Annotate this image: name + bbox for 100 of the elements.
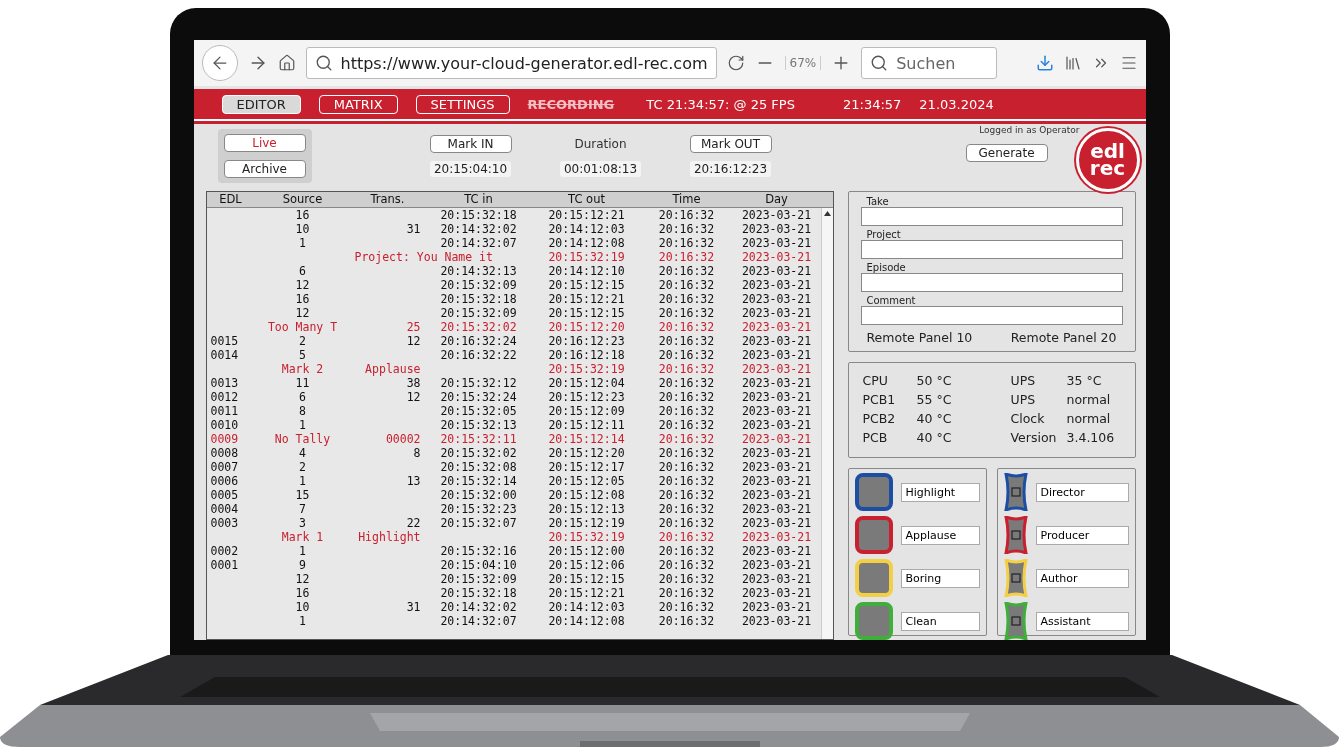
table-cell: 8 xyxy=(299,404,306,418)
table-cell: 2023-03-21 xyxy=(741,614,812,628)
table-cell: 20:16:32 xyxy=(658,572,715,586)
table-cell: 6 xyxy=(299,390,306,404)
table-cell: 20:15:32:16 xyxy=(440,544,517,558)
table-cell: 16 xyxy=(295,586,310,600)
tally-square[interactable] xyxy=(854,516,893,554)
menu-icon[interactable] xyxy=(1119,54,1138,72)
table-cell: 2023-03-21 xyxy=(741,362,812,376)
tally-label: Highlight xyxy=(900,482,980,502)
table-cell: 10 xyxy=(295,222,310,236)
search-box[interactable]: Suchen xyxy=(861,47,998,79)
nav-tab[interactable]: EDITOR xyxy=(221,94,301,114)
text-field[interactable] xyxy=(860,207,1123,226)
home-icon[interactable] xyxy=(277,54,296,72)
column-header: Day xyxy=(764,192,789,207)
table-cell: 2023-03-21 xyxy=(741,600,812,614)
table-cell: 2023-03-21 xyxy=(741,418,812,432)
table-cell: 2023-03-21 xyxy=(741,306,812,320)
table-cell: 20:14:32:07 xyxy=(440,236,517,250)
table-cell: 20:15:32:24 xyxy=(440,390,517,404)
table-cell: 20:16:32 xyxy=(658,208,715,222)
table-cell: 22 xyxy=(406,516,421,530)
role-switch-icon[interactable] xyxy=(1003,602,1028,640)
search-icon xyxy=(870,54,889,72)
table-cell: 2023-03-21 xyxy=(741,488,812,502)
table-cell: 20:16:32 xyxy=(658,376,715,390)
role-switch-icon[interactable] xyxy=(1003,516,1028,554)
status-value: normal xyxy=(1066,392,1112,407)
table-cell: 20:16:32 xyxy=(658,586,715,600)
search-field[interactable]: Suchen xyxy=(894,52,989,74)
table-cell: 20:16:32 xyxy=(658,614,715,628)
status-value: 35 °C xyxy=(1066,373,1103,388)
scroll-up-icon[interactable] xyxy=(823,211,831,216)
status-value: 40 °C xyxy=(916,411,953,426)
table-cell: 2 xyxy=(299,334,306,348)
table-cell: 12 xyxy=(406,334,421,348)
table-cell: 1 xyxy=(299,544,306,558)
text-field[interactable] xyxy=(860,306,1123,325)
table-cell: 12 xyxy=(295,306,310,320)
table-cell: 20:16:32 xyxy=(658,222,715,236)
table-cell: 2023-03-21 xyxy=(741,572,812,586)
scrollbar[interactable] xyxy=(820,208,833,639)
library-icon[interactable] xyxy=(1063,54,1082,72)
mark-button[interactable]: Mark OUT xyxy=(689,135,772,153)
text-field[interactable] xyxy=(860,273,1123,292)
table-cell: 2023-03-21 xyxy=(741,236,812,250)
mark-button[interactable]: Mark IN xyxy=(429,135,512,153)
table-cell: 20:16:32 xyxy=(658,432,715,446)
download-icon[interactable] xyxy=(1035,54,1054,72)
reload-icon[interactable] xyxy=(726,54,745,72)
table-cell: 20:16:32 xyxy=(658,306,715,320)
table-cell: 16 xyxy=(295,292,310,306)
table-cell: 2023-03-21 xyxy=(741,446,812,460)
table-cell: 38 xyxy=(406,376,421,390)
table-cell: 2023-03-21 xyxy=(741,334,812,348)
table-cell: 20:16:32 xyxy=(658,334,715,348)
table-cell: 2023-03-21 xyxy=(741,348,812,362)
table-cell: 20:16:32 xyxy=(658,278,715,292)
table-cell: 20:16:32 xyxy=(658,348,715,362)
search-icon xyxy=(314,54,333,72)
table-cell: 12 xyxy=(295,572,310,586)
mode-button[interactable]: Archive xyxy=(223,160,306,178)
table-cell: Project: You Name it xyxy=(354,250,493,264)
table-cell: 20:15:12:23 xyxy=(548,390,625,404)
table-cell: 9 xyxy=(299,558,306,572)
column-header: EDL xyxy=(218,192,243,207)
table-cell: 2023-03-21 xyxy=(741,320,812,334)
table-cell: 20:15:12:20 xyxy=(548,446,625,460)
mode-button[interactable]: Live xyxy=(223,134,306,152)
text-field[interactable] xyxy=(860,240,1123,259)
nav-tab[interactable]: MATRIX xyxy=(318,94,398,114)
table-cell: 20:15:12:15 xyxy=(548,572,625,586)
table-cell: 2023-03-21 xyxy=(741,222,812,236)
table-cell: 20:16:32 xyxy=(658,502,715,516)
table-cell: 1 xyxy=(299,418,306,432)
tally-square[interactable] xyxy=(854,602,893,640)
url-field[interactable]: https://www.your-cloud-generator.edl-rec.com xyxy=(305,47,717,79)
table-cell: 2023-03-21 xyxy=(741,544,812,558)
table-cell: 2023-03-21 xyxy=(741,208,812,222)
status-value: 3.4.106 xyxy=(1066,430,1116,445)
table-cell: 20:15:32:02 xyxy=(440,446,517,460)
table-cell: 0013 xyxy=(210,376,239,390)
table-cell: 0003 xyxy=(210,516,239,530)
table-cell: 0015 xyxy=(210,334,239,348)
table-cell: 20:15:12:21 xyxy=(548,292,625,306)
table-cell: 2023-03-21 xyxy=(741,516,812,530)
status-label: UPS xyxy=(1010,373,1037,388)
status-label: UPS xyxy=(1010,392,1037,407)
generate-button[interactable]: Generate xyxy=(965,144,1048,162)
table-cell: 2023-03-21 xyxy=(741,586,812,600)
table-cell: 20:15:12:20 xyxy=(548,320,625,334)
role-switch-icon[interactable] xyxy=(1003,473,1028,511)
table-cell: 20:15:32:09 xyxy=(440,306,517,320)
back-button[interactable] xyxy=(201,45,238,81)
tally-square[interactable] xyxy=(854,473,893,511)
table-cell: 20:14:12:03 xyxy=(548,222,625,236)
nav-tab[interactable]: SETTINGS xyxy=(415,94,510,114)
table-cell: 20:15:12:04 xyxy=(548,376,625,390)
table-cell: 20:14:32:07 xyxy=(440,614,517,628)
